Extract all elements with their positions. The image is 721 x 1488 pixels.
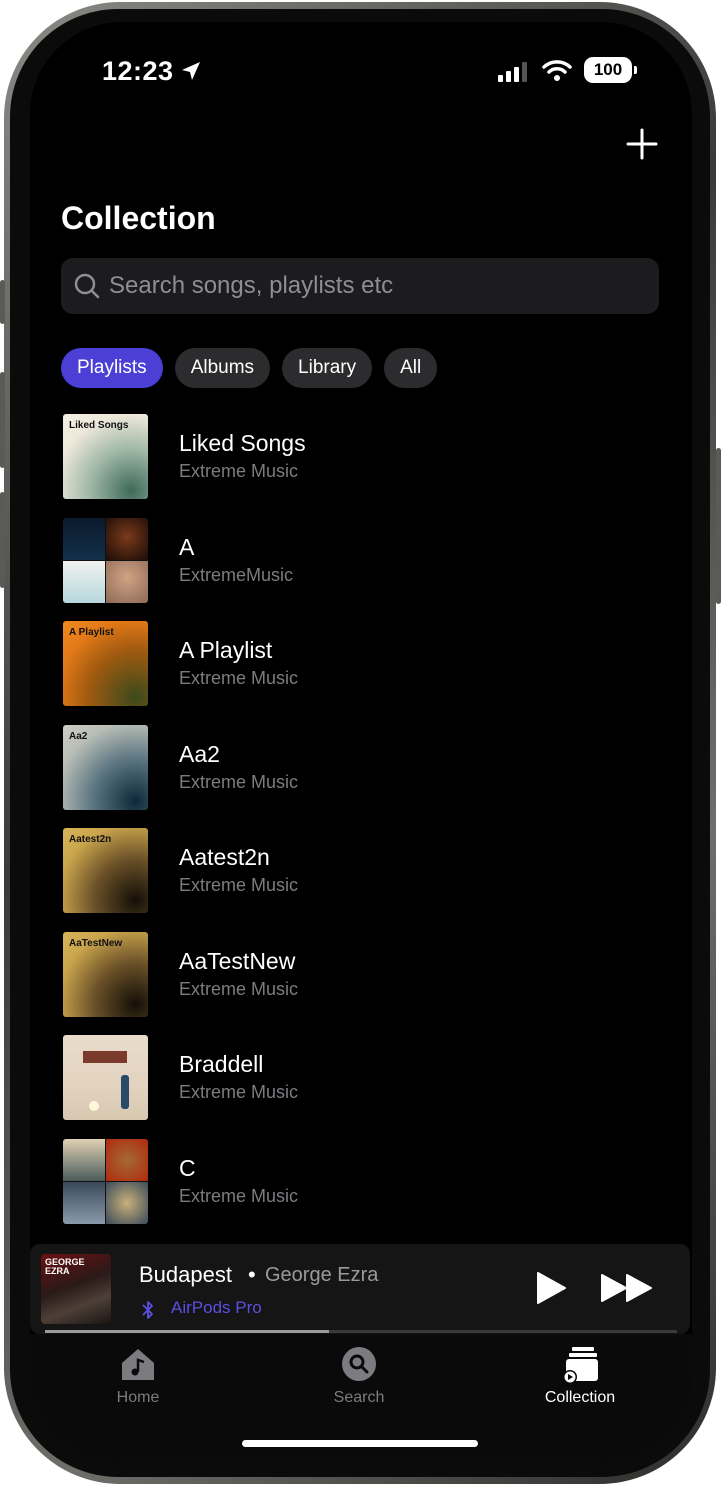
tab-search[interactable]: Search xyxy=(299,1344,419,1407)
cellular-signal-icon xyxy=(498,62,527,82)
now-playing-song: Budapest xyxy=(139,1262,232,1287)
playlist-row-c[interactable]: C Extreme Music xyxy=(63,1138,663,1243)
bluetooth-icon xyxy=(142,1301,153,1319)
playlist-artwork xyxy=(63,517,148,603)
search-placeholder: Search songs, playlists etc xyxy=(109,272,394,299)
playlist-owner: Extreme Music xyxy=(179,771,299,792)
mini-player[interactable]: GEORGE EZRA Budapest • George Ezra AirPo… xyxy=(30,1244,690,1334)
playlist-title: Braddell xyxy=(179,1051,264,1077)
playlist-row-a[interactable]: A ExtremeMusic xyxy=(63,517,663,622)
filter-chips: Playlists Albums Library All xyxy=(61,348,438,388)
playlist-row-braddell[interactable]: Braddell Extreme Music xyxy=(63,1035,663,1139)
battery-indicator: 100 xyxy=(584,57,637,83)
home-music-icon xyxy=(122,1349,154,1380)
now-playing-artwork: GEORGE EZRA xyxy=(41,1254,111,1324)
playback-progress-fill xyxy=(45,1330,330,1333)
search-icon xyxy=(342,1347,376,1381)
playlist-artwork: AaTestNew xyxy=(63,931,148,1017)
playlist-owner: ExtremeMusic xyxy=(179,564,294,585)
playlist-title: A xyxy=(179,533,195,560)
playlist-title: Liked Songs xyxy=(179,430,306,456)
play-icon[interactable] xyxy=(535,1271,567,1305)
playlist-title: Aatest2n xyxy=(179,844,270,870)
playlist-title: AaTestNew xyxy=(179,947,296,974)
playlist-row-liked-songs[interactable]: Liked Songs Liked Songs Extreme Music xyxy=(63,414,663,518)
playlist-list: Liked Songs Liked Songs Extreme Music A … xyxy=(63,414,663,1242)
now-playing-artist: George Ezra xyxy=(265,1264,379,1286)
search-input[interactable]: Search songs, playlists etc xyxy=(61,258,659,314)
tab-collection[interactable]: Collection xyxy=(520,1344,640,1407)
playlist-owner: Extreme Music xyxy=(179,978,299,999)
filter-playlists[interactable]: Playlists xyxy=(61,348,163,388)
playlist-owner: Extreme Music xyxy=(179,875,299,895)
filter-all[interactable]: All xyxy=(384,348,438,388)
playlist-title: Aa2 xyxy=(179,740,220,767)
tab-home[interactable]: Home xyxy=(78,1344,198,1407)
playlist-artwork xyxy=(63,1035,148,1120)
app-screen: 12:23 100 Collection Search songs, playl… xyxy=(30,22,692,1462)
power-button xyxy=(716,448,721,604)
playlist-owner: Extreme Music xyxy=(179,668,299,688)
now-playing-separator: • xyxy=(248,1262,256,1287)
playlist-row-a-playlist[interactable]: A Playlist A Playlist Extreme Music xyxy=(63,621,663,725)
home-indicator[interactable] xyxy=(242,1440,478,1447)
status-time: 12:23 xyxy=(102,56,174,86)
playlist-row-aatestnew[interactable]: AaTestNew AaTestNew Extreme Music xyxy=(63,931,663,1036)
page-title: Collection xyxy=(61,200,216,236)
side-button xyxy=(0,280,5,324)
playlist-row-aatest2n[interactable]: Aatest2n Aatest2n Extreme Music xyxy=(63,828,663,932)
location-arrow-icon xyxy=(182,62,200,80)
volume-down-button xyxy=(0,492,5,588)
artwork-text: GEORGE EZRA xyxy=(45,1257,85,1276)
add-playlist-icon[interactable] xyxy=(624,126,660,162)
collection-icon xyxy=(563,1347,598,1384)
filter-albums[interactable]: Albums xyxy=(174,348,271,388)
wifi-icon xyxy=(542,60,572,81)
playlist-owner: Extreme Music xyxy=(179,1082,299,1102)
playlist-artwork: A Playlist xyxy=(63,621,148,706)
search-icon xyxy=(74,273,100,299)
fast-forward-icon[interactable] xyxy=(600,1273,654,1303)
output-device[interactable]: AirPods Pro xyxy=(171,1298,262,1318)
playlist-artwork xyxy=(63,1138,148,1224)
playlist-artwork: Aatest2n xyxy=(63,828,148,913)
playlist-artwork: Aa2 xyxy=(63,724,148,810)
playlist-title: C xyxy=(179,1154,196,1181)
playlist-artwork: Liked Songs xyxy=(63,414,148,499)
playlist-owner: Extreme Music xyxy=(179,1185,299,1206)
playback-progress-bar[interactable] xyxy=(45,1330,677,1333)
playlist-row-aa2[interactable]: Aa2 Aa2 Extreme Music xyxy=(63,724,663,829)
volume-up-button xyxy=(0,372,5,468)
playlist-owner: Extreme Music xyxy=(179,461,299,481)
playlist-title: A Playlist xyxy=(179,637,273,663)
filter-library[interactable]: Library xyxy=(282,348,373,388)
